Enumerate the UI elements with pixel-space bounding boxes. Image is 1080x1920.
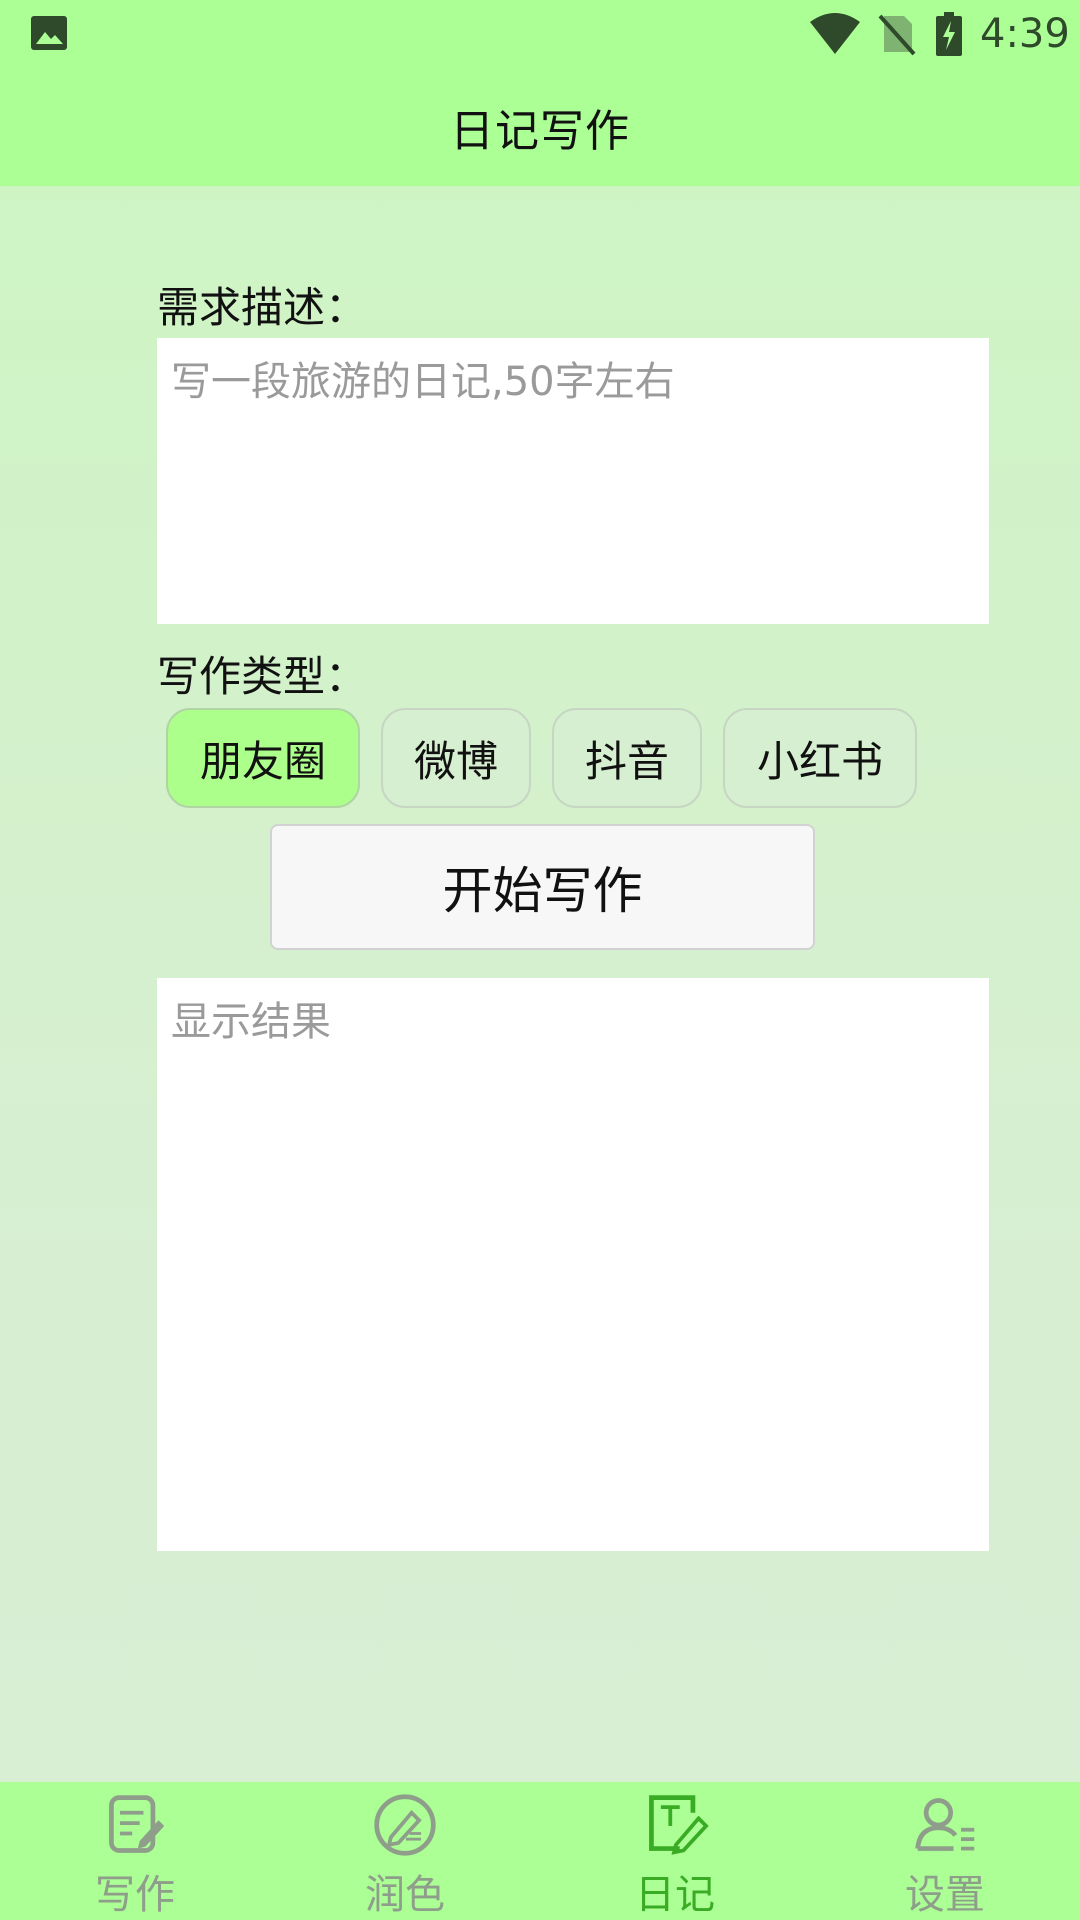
- requirement-input[interactable]: 写一段旅游的日记,50字左右: [157, 338, 989, 624]
- nav-label-settings: 设置: [905, 1872, 985, 1918]
- nav-label-write: 写作: [95, 1872, 175, 1918]
- polish-icon: [374, 1794, 436, 1856]
- writing-type-label: 写作类型：: [157, 652, 368, 701]
- bottom-nav: 写作 润色 日记 设置: [0, 1782, 1080, 1920]
- user-settings-icon: [915, 1798, 975, 1851]
- type-chip-label: 朋友圈: [199, 736, 326, 786]
- type-chip-moments[interactable]: 朋友圈: [166, 708, 360, 808]
- nav-label-polish: 润色: [365, 1872, 445, 1918]
- nav-label-diary: 日记: [635, 1872, 715, 1918]
- nav-item-diary[interactable]: 日记: [540, 1782, 810, 1920]
- type-chip-label: 小红书: [756, 736, 883, 786]
- title-bar: 日记写作: [0, 68, 1080, 186]
- requirement-label: 需求描述：: [157, 283, 368, 332]
- start-writing-button[interactable]: 开始写作: [270, 824, 815, 950]
- start-writing-label: 开始写作: [442, 862, 643, 920]
- diary-icon: [649, 1795, 709, 1855]
- gallery-icon: [31, 16, 67, 50]
- nav-item-write[interactable]: 写作: [0, 1782, 270, 1920]
- type-chip-label: 抖音: [584, 736, 669, 786]
- type-chip-xiaohongshu[interactable]: 小红书: [723, 708, 917, 808]
- nav-item-settings[interactable]: 设置: [810, 1782, 1080, 1920]
- result-output[interactable]: 显示结果: [157, 978, 989, 1551]
- battery-charging-icon: [936, 12, 962, 56]
- document-edit-icon: [109, 1795, 165, 1853]
- status-bar: 4:39: [0, 0, 1080, 68]
- type-chip-label: 微博: [413, 736, 498, 786]
- wifi-icon: [810, 13, 860, 54]
- status-time: 4:39: [980, 11, 1070, 57]
- page-title: 日记写作: [450, 106, 630, 157]
- nav-item-polish[interactable]: 润色: [270, 1782, 540, 1920]
- result-placeholder: 显示结果: [171, 999, 331, 1045]
- type-chip-douyin[interactable]: 抖音: [552, 708, 702, 808]
- no-sim-icon: [878, 14, 916, 56]
- type-chip-weibo[interactable]: 微博: [381, 708, 531, 808]
- requirement-placeholder: 写一段旅游的日记,50字左右: [171, 359, 675, 405]
